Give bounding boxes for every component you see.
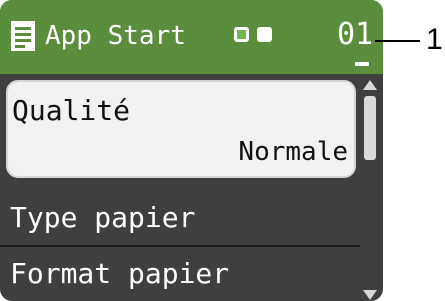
app-title: App Start <box>45 21 186 51</box>
scroll-down-arrow-icon[interactable] <box>363 290 377 300</box>
lcd-screen: App Start 01 Qualité Normale Type papier… <box>0 0 383 301</box>
menu-item-type-papier[interactable]: Type papier <box>10 198 195 238</box>
menu-divider <box>0 245 360 247</box>
menu-item-label: Qualité <box>12 94 131 127</box>
green-status-square <box>234 27 249 42</box>
menu-item-qualite[interactable]: Qualité Normale <box>6 80 356 178</box>
scroll-thumb[interactable] <box>364 96 376 160</box>
menu-item-value: Normale <box>238 137 348 167</box>
menu-item-format-papier[interactable]: Format papier <box>10 254 229 294</box>
document-icon <box>11 21 35 51</box>
scroll-up-arrow-icon[interactable] <box>363 80 377 90</box>
white-status-square <box>257 27 272 42</box>
counter-cursor <box>355 62 369 66</box>
copy-counter: 01 <box>337 17 374 52</box>
title-bar: App Start 01 <box>0 0 383 74</box>
callout-number: 1 <box>426 23 443 56</box>
callout-line <box>375 40 420 42</box>
